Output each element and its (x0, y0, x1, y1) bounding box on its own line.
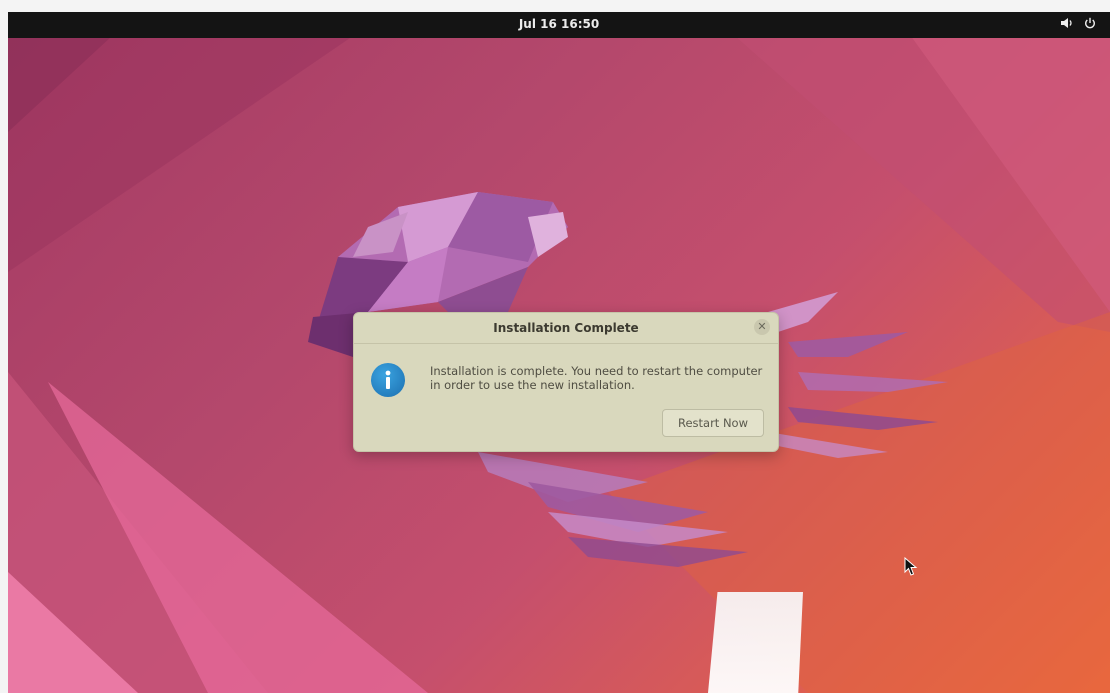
restart-now-button[interactable]: Restart Now (662, 409, 764, 437)
dialog-header: Installation Complete ✕ (354, 313, 778, 344)
power-icon[interactable] (1084, 17, 1096, 29)
top-bar: Jul 16 16:50 (8, 12, 1110, 38)
close-icon[interactable]: ✕ (754, 319, 770, 335)
mouse-cursor-icon (904, 557, 918, 576)
system-tray[interactable] (1060, 17, 1096, 29)
dialog-message: Installation is complete. You need to re… (430, 364, 763, 392)
installation-complete-dialog: Installation Complete ✕ Installation is … (353, 312, 779, 452)
screen-glare (708, 592, 803, 693)
dialog-title: Installation Complete (493, 321, 639, 335)
info-icon (371, 363, 405, 397)
clock[interactable]: Jul 16 16:50 (8, 17, 1110, 31)
volume-icon[interactable] (1060, 17, 1074, 29)
desktop-screen: Jul 16 16:50 Installation Complete ✕ Ins… (8, 12, 1110, 693)
